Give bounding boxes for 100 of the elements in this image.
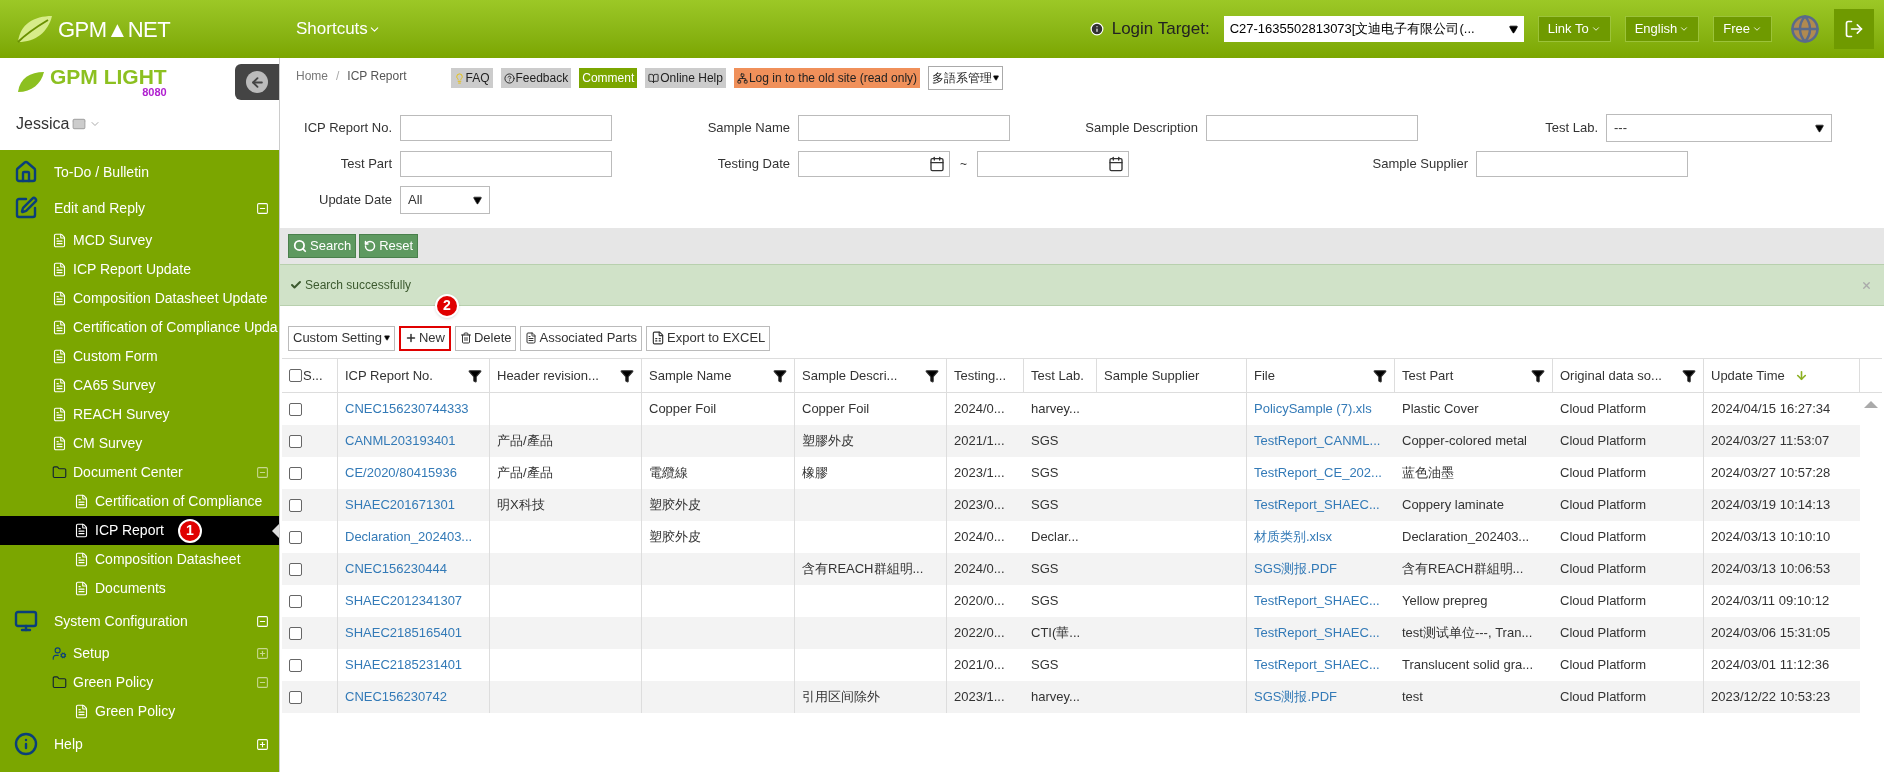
sidebar-item[interactable]: REACH Survey (0, 400, 279, 429)
header-button[interactable]: FAQ (450, 68, 493, 88)
table-link[interactable]: TestReport_CANML... (1254, 431, 1381, 451)
column-header[interactable]: Sample Supplier (1097, 359, 1247, 392)
sidebar-item[interactable]: ICP Report Update (0, 255, 279, 284)
sidebar-item[interactable]: Green Policy (0, 668, 279, 697)
sidebar-item[interactable]: Documents (0, 574, 279, 603)
sidebar-item[interactable]: CM Survey (0, 429, 279, 458)
filter-icon[interactable] (620, 368, 634, 383)
sidebar-item[interactable]: System Configuration (0, 603, 279, 639)
header-button[interactable]: Feedback (500, 68, 572, 88)
table-link[interactable]: PolicySample (7).xls (1254, 399, 1372, 419)
toolbar-button[interactable]: Custom Setting (288, 325, 395, 351)
date-field[interactable] (798, 151, 950, 177)
column-header[interactable]: S... (282, 359, 338, 392)
table-link[interactable]: SHAEC2185231401 (345, 655, 463, 675)
select-all-checkbox[interactable] (289, 369, 302, 382)
sidebar-item[interactable]: Composition Datasheet Update (0, 284, 279, 313)
menu-button[interactable]: Link To (1537, 16, 1611, 42)
column-header[interactable]: Sample Name (642, 359, 795, 392)
table-link[interactable]: SGS测报.PDF (1254, 687, 1338, 707)
toolbar-button[interactable]: Export to EXCEL (646, 325, 771, 351)
table-link[interactable]: TestReport_SHAEC... (1254, 495, 1380, 515)
column-header[interactable]: ICP Report No. (338, 359, 490, 392)
date-field[interactable] (977, 151, 1129, 177)
column-header[interactable]: Header revision... (490, 359, 642, 392)
table-link[interactable]: TestReport_SHAEC... (1254, 623, 1380, 643)
text-field[interactable] (1206, 115, 1418, 141)
row-checkbox[interactable] (289, 498, 302, 512)
table-link[interactable]: SHAEC2185165401 (345, 623, 463, 643)
breadcrumb-link[interactable]: Home (296, 67, 328, 85)
select-field[interactable]: --- (1606, 114, 1832, 142)
filter-icon[interactable] (1682, 368, 1696, 383)
login-target-select[interactable]: C27-1635502813073[文迪电子有限公司(... (1223, 16, 1524, 42)
table-link[interactable]: TestReport_SHAEC... (1254, 591, 1380, 611)
row-checkbox[interactable] (289, 626, 302, 640)
select-field[interactable]: All (400, 186, 490, 214)
text-field[interactable] (400, 115, 612, 141)
table-link[interactable]: 材质类别.xlsx (1254, 527, 1332, 547)
sidebar-item[interactable]: ICP Report 1 (0, 516, 279, 545)
row-checkbox[interactable] (289, 402, 302, 416)
menu-button[interactable]: Free (1713, 16, 1772, 42)
sidebar-item[interactable]: Document Center (0, 458, 279, 487)
row-checkbox[interactable] (289, 530, 302, 544)
table-link[interactable]: SHAEC201671301 (345, 495, 455, 515)
sidebar-item[interactable]: To-Do / Bulletin (0, 154, 279, 190)
collapse-sidebar-button[interactable] (235, 64, 279, 100)
sidebar-item[interactable]: Edit and Reply (0, 190, 279, 226)
filter-icon[interactable] (773, 368, 787, 383)
shortcuts-menu[interactable]: Shortcuts (296, 16, 381, 42)
column-header[interactable]: File (1247, 359, 1395, 392)
text-field[interactable] (798, 115, 1010, 141)
calendar-icon[interactable] (1108, 156, 1124, 172)
filter-icon[interactable] (1531, 368, 1545, 383)
row-checkbox[interactable] (289, 466, 302, 480)
column-header[interactable]: Update Time (1704, 359, 1860, 392)
sidebar-item[interactable]: Help (0, 726, 279, 762)
row-checkbox[interactable] (289, 562, 302, 576)
row-checkbox[interactable] (289, 434, 302, 448)
text-field[interactable] (400, 151, 612, 177)
header-button[interactable]: Comment (579, 68, 638, 88)
column-header[interactable]: Testing... (947, 359, 1024, 392)
toolbar-button[interactable]: Associated Parts (520, 325, 642, 351)
table-link[interactable]: Declaration_202403... (345, 527, 473, 547)
table-link[interactable]: CNEC156230444 (345, 559, 447, 579)
search-panel-button[interactable]: Reset (359, 234, 419, 258)
column-header[interactable]: Sample Descri... (795, 359, 947, 392)
row-checkbox[interactable] (289, 594, 302, 608)
row-checkbox[interactable] (289, 690, 302, 704)
filter-icon[interactable] (925, 368, 939, 383)
sidebar-item[interactable]: Custom Form (0, 342, 279, 371)
filter-icon[interactable] (1373, 368, 1387, 383)
logout-button[interactable] (1834, 9, 1874, 49)
text-field[interactable] (1476, 151, 1688, 177)
toolbar-button[interactable]: Delete (454, 325, 517, 351)
sidebar-item[interactable]: Setup (0, 639, 279, 668)
table-link[interactable]: TestReport_SHAEC... (1254, 655, 1380, 675)
sidebar-item[interactable]: CA65 Survey (0, 371, 279, 400)
column-header[interactable]: Original data so... (1553, 359, 1704, 392)
row-checkbox[interactable] (289, 658, 302, 672)
column-header[interactable]: Test Lab. (1024, 359, 1097, 392)
column-header[interactable]: Test Part (1395, 359, 1553, 392)
table-link[interactable]: CNEC156230742 (345, 687, 447, 707)
header-button[interactable]: Online Help (645, 68, 726, 88)
calendar-icon[interactable] (929, 156, 945, 172)
table-link[interactable]: CANML203193401 (345, 431, 456, 451)
globe-icon[interactable] (1790, 14, 1820, 44)
sidebar-item[interactable]: Composition Datasheet (0, 545, 279, 574)
table-link[interactable]: TestReport_CE_202... (1254, 463, 1382, 483)
sidebar-item[interactable]: MCD Survey (0, 226, 279, 255)
table-link[interactable]: CE/2020/80415936 (345, 463, 458, 483)
header-button[interactable]: Log in to the old site (read only) (733, 68, 921, 88)
table-link[interactable]: SHAEC2012341307 (345, 591, 463, 611)
sidebar-item[interactable]: Certification of Compliance (0, 487, 279, 516)
language-dropdown[interactable]: 多語系管理 (928, 66, 1004, 90)
table-link[interactable]: CNEC156230744333 (345, 399, 469, 419)
sidebar-item[interactable]: Certification of Compliance Upda (0, 313, 279, 342)
filter-icon[interactable] (468, 368, 482, 383)
table-link[interactable]: SGS测报.PDF (1254, 559, 1338, 579)
search-panel-button[interactable]: Search (288, 234, 357, 258)
